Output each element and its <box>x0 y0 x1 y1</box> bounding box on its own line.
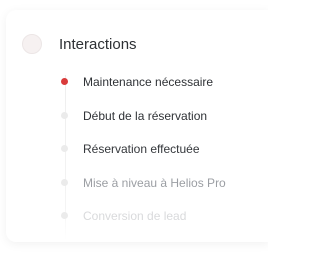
interaction-label: Conversion de lead <box>83 209 187 223</box>
interaction-item-maintenance[interactable]: Maintenance nécessaire <box>57 70 267 94</box>
status-dot-icon <box>61 178 68 186</box>
status-dot-icon <box>61 111 68 119</box>
status-dot-icon <box>61 78 68 85</box>
interaction-label: Début de la réservation <box>83 108 208 123</box>
panel-title: Interactions <box>59 35 137 53</box>
interaction-label: Mise à niveau à Helios Pro <box>83 175 226 190</box>
interaction-item-reservation-done[interactable]: Réservation effectuée <box>57 137 267 161</box>
status-dot-icon <box>61 145 68 152</box>
interaction-item-reservation-start[interactable]: Début de la réservation <box>57 104 267 128</box>
interaction-label: Maintenance nécessaire <box>83 75 214 89</box>
status-dot-icon <box>61 212 68 219</box>
interactions-icon <box>22 34 42 54</box>
interaction-item-upgrade[interactable]: Mise à niveau à Helios Pro <box>57 171 267 195</box>
interaction-list: Maintenance nécessaire Début de la réser… <box>57 70 267 238</box>
interactions-page: Interactions Maintenance nécessaire Débu… <box>0 0 268 266</box>
interaction-item-lead-conversion[interactable]: Conversion de lead <box>57 204 267 228</box>
interaction-label: Réservation effectuée <box>83 142 200 156</box>
interactions-header: Interactions <box>22 33 137 55</box>
